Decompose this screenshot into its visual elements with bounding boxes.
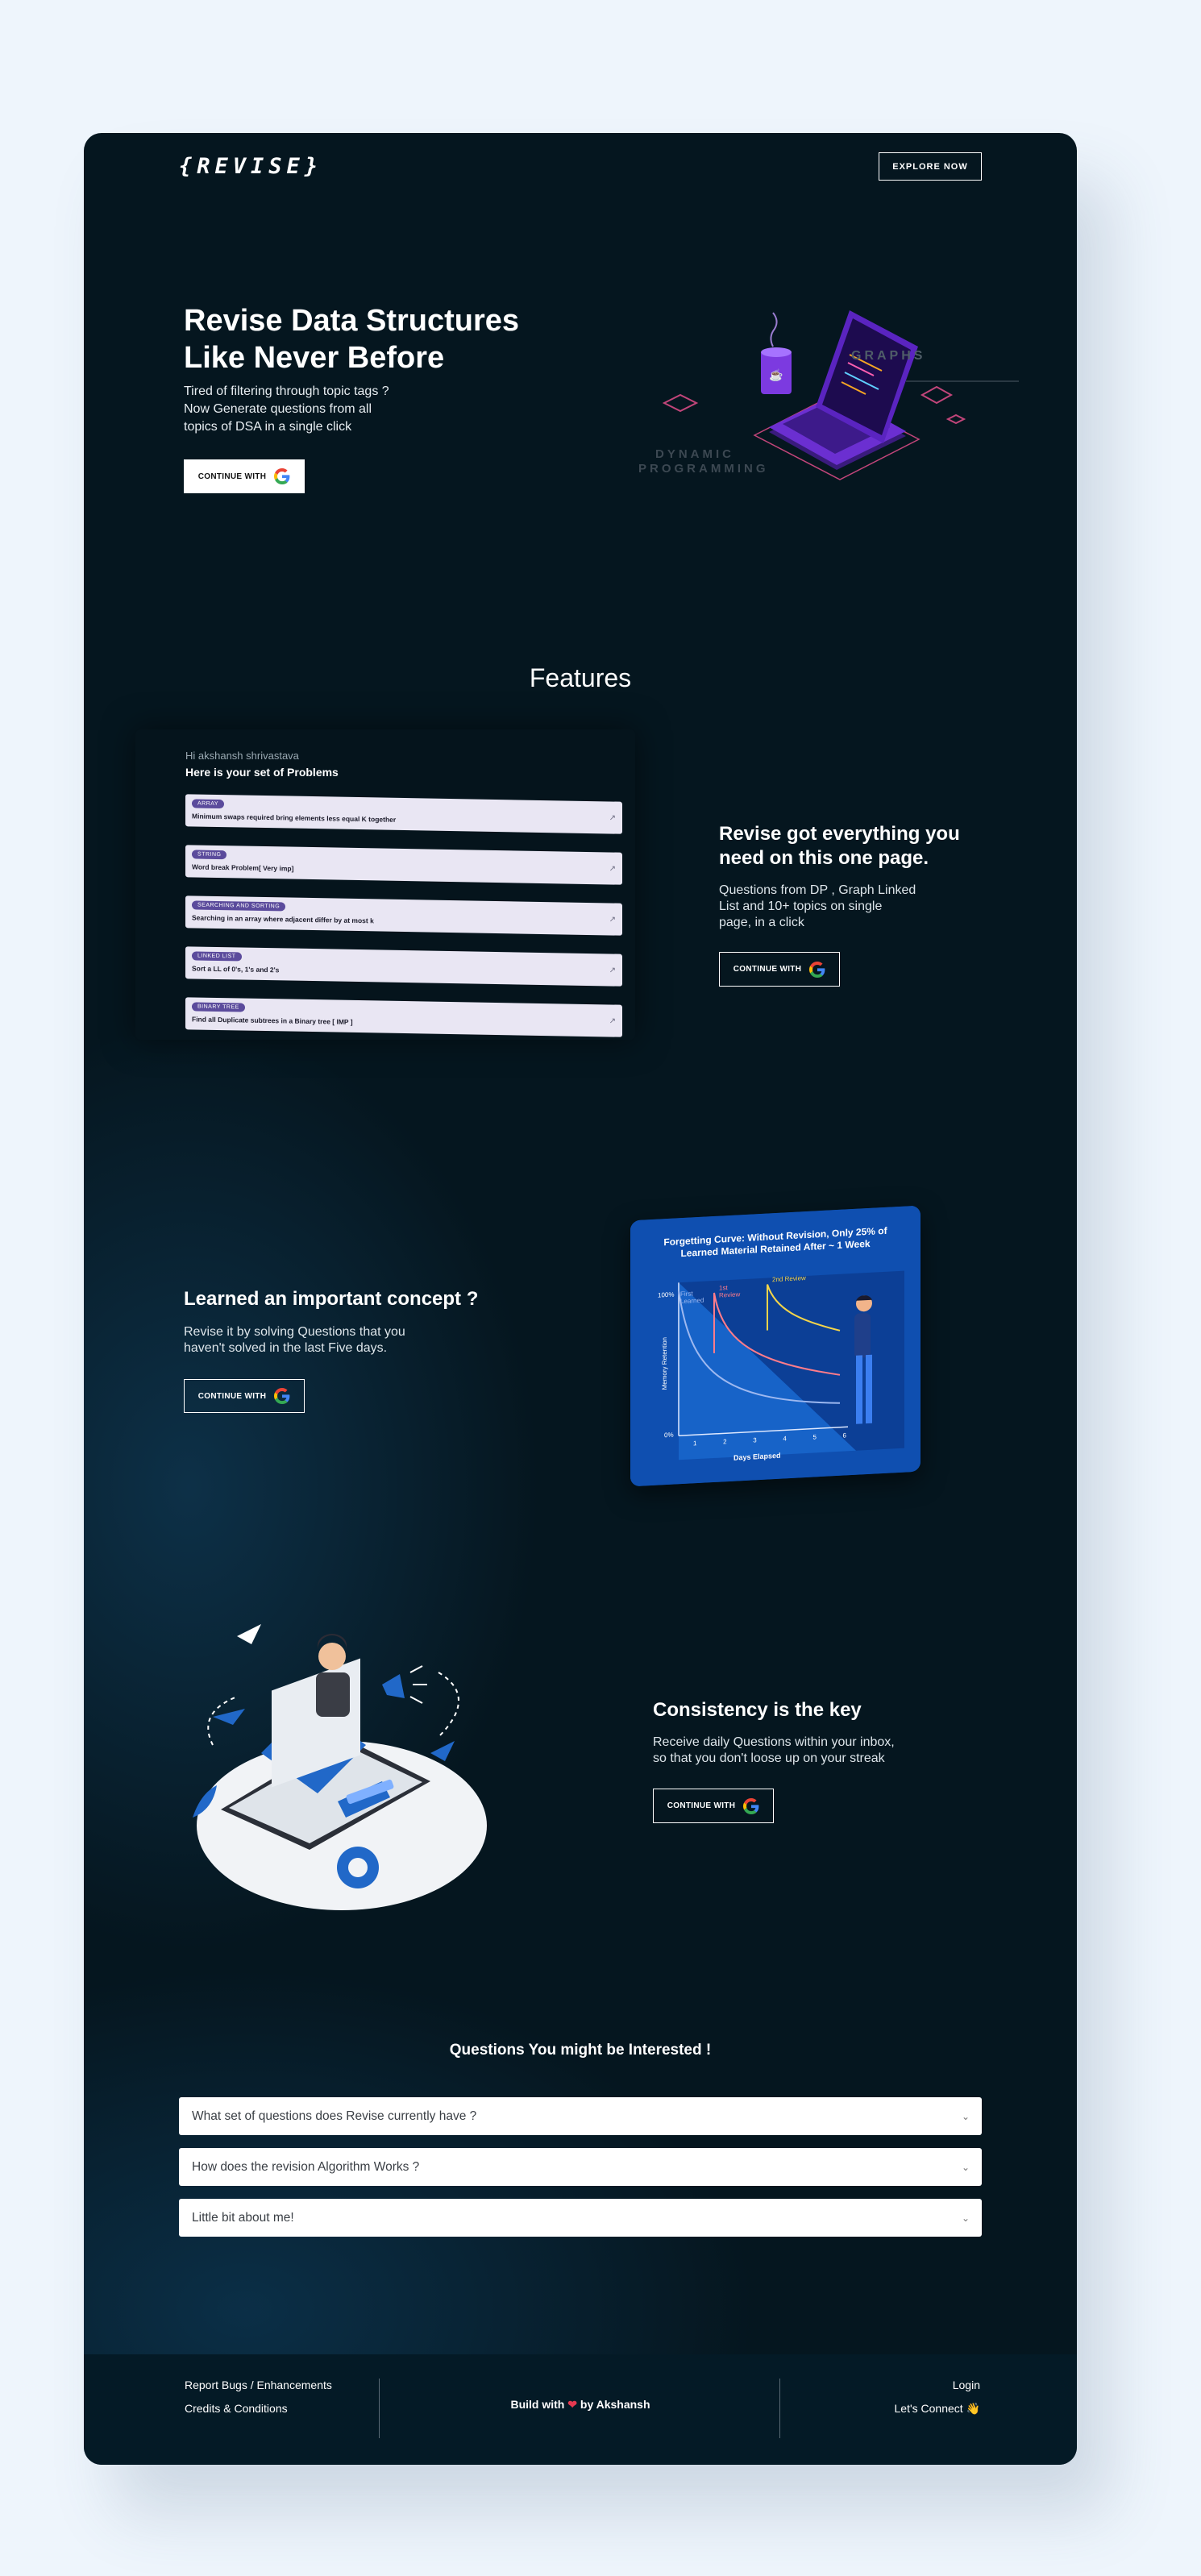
- svg-text:☕: ☕: [769, 368, 783, 382]
- hero-title-line2: Like Never Before: [184, 341, 445, 375]
- feature3-continue-google-button[interactable]: CONTINUE WITH: [653, 1789, 774, 1823]
- faq-question: How does the revision Algorithm Works ?: [192, 2159, 420, 2174]
- dp-label-line1: DYNAMIC: [655, 447, 734, 461]
- faq-question: What set of questions does Revise curren…: [192, 2109, 477, 2123]
- connect-label: Let's Connect: [894, 2402, 963, 2415]
- curve-review1: 1st Review: [719, 1284, 741, 1299]
- problem-text: Sort a LL of 0's, 1's and 2's: [192, 964, 280, 974]
- curve-y-label: Memory Retention: [661, 1336, 669, 1390]
- cta-label: CONTINUE WITH: [197, 1391, 267, 1401]
- footer: Report Bugs / Enhancements Credits & Con…: [84, 2354, 1077, 2465]
- google-icon: [809, 961, 825, 978]
- cta-label: CONTINUE WITH: [197, 472, 267, 481]
- connect-link[interactable]: Let's Connect 👋: [895, 2402, 981, 2416]
- x-tick: 5: [812, 1433, 817, 1441]
- dp-label-line2: PROGRAMMING: [638, 462, 769, 476]
- panel-heading: Here is your set of Problems: [185, 766, 339, 779]
- problem-tag: ARRAY: [192, 799, 225, 809]
- landing-card: {REVISE} EXPLORE NOW Revise Data Structu…: [84, 133, 1077, 2465]
- external-link-icon[interactable]: ↗: [609, 915, 616, 924]
- faq-item[interactable]: How does the revision Algorithm Works ? …: [179, 2148, 982, 2186]
- google-icon: [743, 1797, 759, 1814]
- chevron-down-icon[interactable]: ⌄: [962, 2162, 970, 2173]
- feature1-sub-line1: Questions from DP , Graph Linked: [719, 883, 916, 897]
- problem-tag: BINARY TREE: [192, 1002, 245, 1012]
- faq-item[interactable]: Little bit about me! ⌄: [179, 2199, 982, 2237]
- hero-title: Revise Data Structures Like Never Before: [184, 302, 587, 376]
- feature1-title-line2: need on this one page.: [719, 847, 929, 869]
- feature1-sub-line2: List and 10+ topics on single: [719, 900, 883, 913]
- feature1-title: Revise got everything you need on this o…: [719, 822, 993, 870]
- build-suffix: by Akshansh: [580, 2398, 650, 2411]
- feature2-subtitle: Revise it by solving Questions that you …: [184, 1324, 458, 1357]
- cta-label: CONTINUE WITH: [667, 1801, 736, 1810]
- x-tick: 2: [723, 1438, 727, 1446]
- faq-item[interactable]: What set of questions does Revise curren…: [179, 2097, 982, 2135]
- faq-question: Little bit about me!: [192, 2210, 294, 2225]
- logo[interactable]: {REVISE}: [179, 154, 322, 179]
- problem-tag: STRING: [192, 850, 227, 860]
- problem-text: Word break Problem[ Very imp]: [192, 862, 294, 873]
- cta-label: CONTINUE WITH: [733, 965, 802, 974]
- login-link[interactable]: Login: [953, 2379, 980, 2391]
- feature3-title: Consistency is the key: [653, 1699, 862, 1721]
- external-link-icon[interactable]: ↗: [609, 864, 616, 873]
- wave-hand-icon: 👋: [966, 2402, 980, 2415]
- hero-sub-line1: Tired of filtering through topic tags ?: [184, 384, 389, 398]
- feature1-subtitle: Questions from DP , Graph Linked List an…: [719, 883, 961, 931]
- google-icon: [274, 1388, 290, 1404]
- heart-icon: ❤: [567, 2398, 577, 2411]
- problem-text: Minimum swaps required bring elements le…: [192, 812, 397, 824]
- problem-tag: LINKED LIST: [192, 951, 242, 962]
- feature1-sub-line3: page, in a click: [719, 916, 804, 929]
- hero-subtitle: Tired of filtering through topic tags ? …: [184, 383, 426, 436]
- forgetting-curve-card: Forgetting Curve: Without Revision, Only…: [630, 1205, 920, 1487]
- google-icon: [274, 468, 290, 484]
- hero-continue-google-button[interactable]: CONTINUE WITH: [184, 459, 305, 493]
- problem-tag: SEARCHING AND SORTING: [192, 900, 286, 912]
- chevron-down-icon[interactable]: ⌄: [962, 2111, 970, 2122]
- feature3-sub-line1: Receive daily Questions within your inbo…: [653, 1735, 895, 1749]
- report-bugs-link[interactable]: Report Bugs / Enhancements: [185, 2379, 332, 2391]
- panel-greeting: Hi akshansh shrivastava: [185, 750, 299, 762]
- faq-title: Questions You might be Interested !: [449, 2042, 712, 2059]
- features-title: Features: [529, 663, 632, 692]
- curve-first-learned: First Learned: [680, 1290, 704, 1306]
- external-link-icon[interactable]: ↗: [609, 813, 616, 822]
- curve-y-bottom: 0%: [664, 1431, 674, 1440]
- x-tick: 6: [842, 1431, 846, 1440]
- feature2-continue-google-button[interactable]: CONTINUE WITH: [184, 1379, 305, 1413]
- feature2-sub-line1: Revise it by solving Questions that you: [184, 1325, 405, 1339]
- hero-sub-line2: Now Generate questions from all: [184, 402, 372, 416]
- problem-text: Find all Duplicate subtrees in a Binary …: [192, 1015, 353, 1026]
- explore-now-button[interactable]: EXPLORE NOW: [879, 152, 982, 181]
- chevron-down-icon[interactable]: ⌄: [962, 2212, 970, 2224]
- build-prefix: Build with: [510, 2398, 565, 2411]
- graphs-label: GRAPHS: [851, 349, 926, 363]
- hero-title-line1: Revise Data Structures: [184, 304, 520, 338]
- feature1-title-line1: Revise got everything you: [719, 823, 960, 845]
- feature3-sub-line2: so that you don't loose up on your strea…: [653, 1751, 885, 1765]
- feature2-title: Learned an important concept ?: [184, 1288, 479, 1310]
- feature1-continue-google-button[interactable]: CONTINUE WITH: [719, 952, 840, 987]
- hero-sub-line3: topics of DSA in a single click: [184, 420, 352, 434]
- external-link-icon[interactable]: ↗: [609, 1016, 616, 1025]
- dp-label: DYNAMIC PROGRAMMING: [638, 447, 769, 476]
- external-link-icon[interactable]: ↗: [609, 966, 616, 974]
- feature2-sub-line2: haven't solved in the last Five days.: [184, 1341, 388, 1355]
- footer-divider-right: [779, 2379, 780, 2438]
- curve-y-top: 100%: [658, 1290, 675, 1299]
- x-tick: 3: [753, 1436, 757, 1444]
- x-tick: 4: [783, 1435, 787, 1443]
- feature3-subtitle: Receive daily Questions within your inbo…: [653, 1735, 943, 1767]
- problem-text: Searching in an array where adjacent dif…: [192, 913, 374, 925]
- mail-illustration: [193, 1624, 487, 1910]
- x-tick: 1: [693, 1440, 697, 1448]
